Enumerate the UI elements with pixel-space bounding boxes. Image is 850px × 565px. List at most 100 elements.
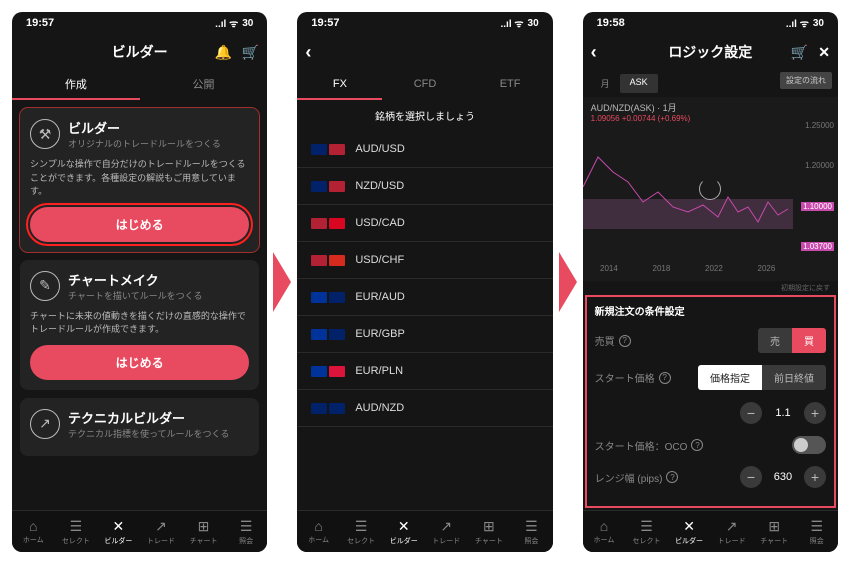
nav-home[interactable]: ⌂ホーム [583,511,626,552]
card-subtitle: チャートを描いてルールをつくる [68,289,202,302]
close-icon[interactable]: ✕ [818,44,830,61]
plus-button[interactable]: + [804,466,826,488]
price-stepper: − 1.1 + [740,402,826,424]
flag-pair [311,329,345,340]
pair-row[interactable]: AUD/NZD [297,390,552,427]
nav-builder[interactable]: ✕ビルダー [668,511,711,552]
status-icons: ..ıl ᯤ 30 [501,16,539,30]
bottom-nav: ⌂ホーム ☰セレクト ✕ビルダー ↗トレード ⊞チャート ☰照会 [12,510,267,552]
minus-button[interactable]: − [740,402,762,424]
inquiry-icon: ☰ [240,518,253,535]
home-icon: ⌂ [29,518,37,534]
bell-icon[interactable]: 🔔 [214,44,231,61]
nav-builder[interactable]: ✕ビルダー [382,511,425,552]
pair-row[interactable]: AUD/USD [297,131,552,168]
tab-cfd[interactable]: CFD [382,70,467,100]
nav-inquiry[interactable]: ☰照会 [225,511,268,552]
oco-label: スタート価格：OCO [595,438,688,453]
chart-price: 1.09056 +0.00744 (+0.69%) [591,114,830,123]
buy-button[interactable]: 買 [792,328,826,353]
back-button[interactable]: ‹ [591,42,597,63]
pair-subtitle: 銘柄を選択しましょう [297,100,552,131]
help-icon[interactable]: ? [691,439,703,451]
period-ask[interactable]: ASK [620,74,658,93]
tab-publish[interactable]: 公開 [140,70,268,100]
start-button[interactable]: はじめる [30,345,249,380]
sell-button[interactable]: 売 [758,328,792,353]
nav-chart[interactable]: ⊞チャート [182,511,225,552]
help-icon[interactable]: ? [666,471,678,483]
nav-select[interactable]: ☰セレクト [55,511,98,552]
period-month[interactable]: 月 [591,74,620,93]
chart-icon: ⊞ [198,518,210,535]
back-button[interactable]: ‹ [305,42,311,63]
reset-link[interactable]: 初期設定に戻す [583,281,838,295]
trade-icon: ↗ [155,518,167,535]
tab-etf[interactable]: ETF [468,70,553,100]
nav-trade[interactable]: ↗トレード [710,511,753,552]
tab-create[interactable]: 作成 [12,70,140,100]
flag-pair [311,181,345,192]
flow-button[interactable]: 設定の流れ [780,72,832,89]
nav-select[interactable]: ☰セレクト [625,511,668,552]
conditions-panel: 新規注文の条件設定 売買? 売 買 スタート価格? 価格指定 前日終値 − [585,295,836,508]
pair-row[interactable]: EUR/GBP [297,316,552,353]
page-title: ビルダー [112,42,168,62]
bottom-nav: ⌂ホーム ☰セレクト ✕ビルダー ↗トレード ⊞チャート ☰照会 [583,510,838,552]
price-value[interactable]: 1.1 [768,407,798,419]
screen-builder: 19:57 ..ıl ᯤ 30 ビルダー 🔔 🛒 作成 公開 ⚒ ビルダー オリ… [12,12,267,552]
plus-button[interactable]: + [804,402,826,424]
help-icon[interactable]: ? [619,335,631,347]
pair-row[interactable]: EUR/PLN [297,353,552,390]
pair-row[interactable]: EUR/AUD [297,279,552,316]
nav-inquiry[interactable]: ☰照会 [510,511,553,552]
nav-select[interactable]: ☰セレクト [340,511,383,552]
header: ‹ [297,34,552,70]
status-icons: ..ıl ᯤ 30 [215,16,253,30]
nav-chart[interactable]: ⊞チャート [468,511,511,552]
card-technical: ↗ テクニカルビルダー テクニカル指標を使ってルールをつくる [20,398,259,456]
pair-name: USD/CAD [355,217,405,229]
pair-row[interactable]: USD/CAD [297,205,552,242]
oco-toggle[interactable] [792,436,826,454]
card-builder: ⚒ ビルダー オリジナルのトレードルールをつくる シンプルな操作で自分だけのトレ… [20,108,259,252]
card-title: ビルダー [68,118,221,137]
price-chart[interactable]: AUD/NZD(ASK) · 1月 1.09056 +0.00744 (+0.6… [583,97,838,281]
header: ‹ ロジック設定 🛒 ✕ [583,34,838,70]
startprice-label: スタート価格 [595,370,655,385]
minus-button[interactable]: − [740,466,762,488]
card-chartmake: ✎ チャートメイク チャートを描いてルールをつくる チャートに未来の値動きを描く… [20,260,259,390]
nav-home[interactable]: ⌂ホーム [297,511,340,552]
chartmake-icon: ✎ [30,271,60,301]
nav-home[interactable]: ⌂ホーム [12,511,55,552]
range-value[interactable]: 630 [768,471,798,483]
flag-pair [311,292,345,303]
card-desc: シンプルな操作で自分だけのトレードルールをつくることができます。各種設定の解説も… [30,158,249,199]
pair-name: NZD/USD [355,180,404,192]
cart-icon[interactable]: 🛒 [791,44,808,61]
nav-chart[interactable]: ⊞チャート [753,511,796,552]
prev-close-button[interactable]: 前日終値 [762,365,826,390]
pair-row[interactable]: NZD/USD [297,168,552,205]
card-title: テクニカルビルダー [68,408,229,427]
asset-tabs: FX CFD ETF [297,70,552,100]
nav-inquiry[interactable]: ☰照会 [795,511,838,552]
cart-icon[interactable]: 🛒 [242,44,259,61]
nav-builder[interactable]: ✕ビルダー [97,511,140,552]
page-title: ロジック設定 [668,42,752,62]
start-button[interactable]: はじめる [30,207,249,242]
price-specify-button[interactable]: 価格指定 [698,365,762,390]
pair-name: AUD/NZD [355,402,404,414]
chart-pair: AUD/NZD(ASK) · 1月 [591,101,830,114]
help-icon[interactable]: ? [659,372,671,384]
header: ビルダー 🔔 🛒 [12,34,267,70]
builder-icon: ✕ [113,518,125,535]
tab-fx[interactable]: FX [297,70,382,100]
conditions-title: 新規注文の条件設定 [595,303,826,318]
nav-trade[interactable]: ↗トレード [425,511,468,552]
nav-trade[interactable]: ↗トレード [140,511,183,552]
pair-row[interactable]: USD/CHF [297,242,552,279]
card-title: チャートメイク [68,270,202,289]
tab-row: 作成 公開 [12,70,267,100]
pair-name: EUR/GBP [355,328,405,340]
